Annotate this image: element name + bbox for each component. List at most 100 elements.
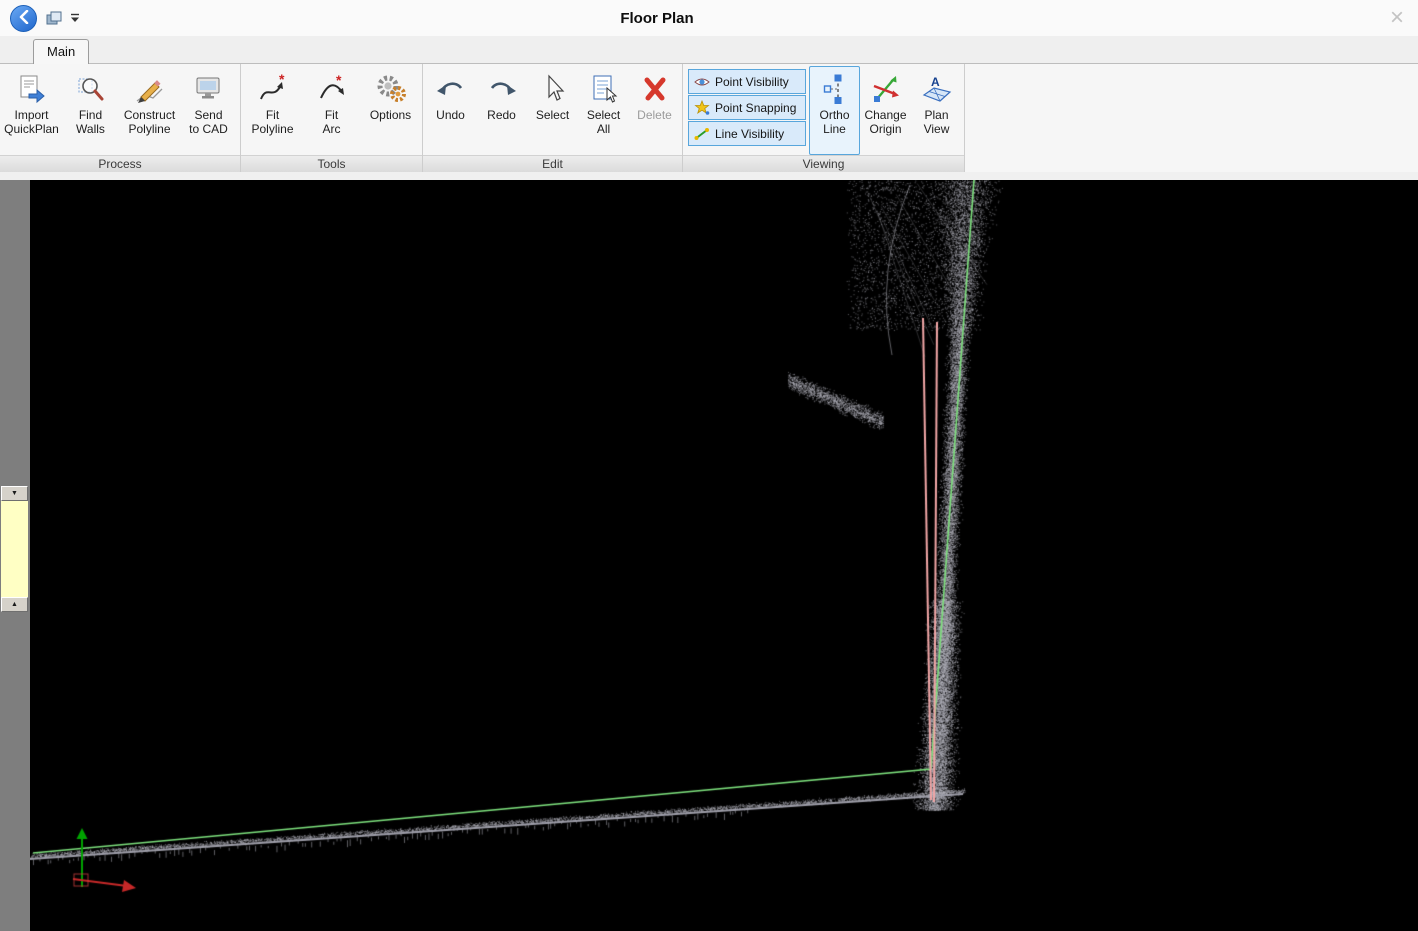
construct-polyline-icon xyxy=(135,70,165,108)
group-label-viewing: Viewing xyxy=(683,155,964,172)
fit-polyline-button[interactable]: * FitPolyline xyxy=(243,66,302,155)
svg-text:*: * xyxy=(279,74,285,87)
undo-icon xyxy=(436,70,466,108)
close-button[interactable]: × xyxy=(1386,6,1408,30)
button-label-line1: Delete xyxy=(637,108,672,122)
plan-view-icon: A xyxy=(922,70,952,108)
scroll-up-button[interactable]: ▲ xyxy=(1,597,28,612)
svg-text:A: A xyxy=(931,75,940,89)
ribbon-group-edit: Undo Redo Select xyxy=(423,64,683,172)
back-button[interactable] xyxy=(10,5,37,32)
tab-main[interactable]: Main xyxy=(33,39,89,64)
ribbon-group-viewing: Point Visibility Point Snapping xyxy=(683,64,965,172)
group-label-process: Process xyxy=(0,155,240,172)
ribbon-filler xyxy=(965,64,1418,172)
button-label: OrthoLine xyxy=(819,108,849,136)
plan-view-button[interactable]: A PlanView xyxy=(911,66,962,155)
send-to-cad-icon xyxy=(194,70,224,108)
select-all-button[interactable]: SelectAll xyxy=(578,66,629,155)
ribbon-tab-row: Main xyxy=(0,36,1418,64)
ribbon-group-process: ImportQuickPlan FindWalls xyxy=(0,64,241,172)
button-label: ConstructPolyline xyxy=(124,108,175,136)
line-visibility-toggle[interactable]: Line Visibility xyxy=(688,121,806,146)
button-label: SelectAll xyxy=(587,108,620,136)
button-label: Options xyxy=(370,108,411,122)
button-label-line1: Change xyxy=(864,108,906,122)
construct-polyline-button[interactable]: ConstructPolyline xyxy=(120,66,179,155)
button-label-line2: Walls xyxy=(76,122,105,136)
button-label-line2: QuickPlan xyxy=(4,122,59,136)
svg-text:*: * xyxy=(336,74,342,88)
select-button[interactable]: Select xyxy=(527,66,578,155)
button-label-line2: to CAD xyxy=(189,122,228,136)
ortho-line-icon xyxy=(822,70,848,108)
ortho-line-button[interactable]: OrthoLine xyxy=(809,66,860,155)
button-label-line2: Arc xyxy=(323,122,341,136)
title-bar: Floor Plan × xyxy=(0,0,1418,36)
scroll-down-button[interactable]: ▼ xyxy=(1,486,28,501)
import-quickplan-button[interactable]: ImportQuickPlan xyxy=(2,66,61,155)
button-label-line1: Fit xyxy=(266,108,279,122)
window-title: Floor Plan xyxy=(200,10,1114,27)
button-label-line2: All xyxy=(597,122,610,136)
button-label-line1: Select xyxy=(536,108,569,122)
toggle-label: Point Snapping xyxy=(715,101,796,115)
button-label-line1: Redo xyxy=(487,108,516,122)
select-cursor-icon xyxy=(540,70,566,108)
point-visibility-icon xyxy=(694,74,710,90)
change-origin-icon xyxy=(871,70,901,108)
select-all-icon xyxy=(590,70,618,108)
left-panel: ▼ ▲ xyxy=(0,180,30,931)
button-label-line1: Plan xyxy=(924,108,948,122)
button-label: ImportQuickPlan xyxy=(4,108,59,136)
button-label-line1: Ortho xyxy=(819,108,849,122)
button-label-line1: Fit xyxy=(325,108,338,122)
button-label: Sendto CAD xyxy=(189,108,228,136)
button-label: FitPolyline xyxy=(251,108,293,136)
button-label: FitArc xyxy=(323,108,341,136)
button-label: Redo xyxy=(487,108,516,122)
redo-button[interactable]: Redo xyxy=(476,66,527,155)
button-label: Undo xyxy=(436,108,465,122)
options-button[interactable]: Options xyxy=(361,66,420,155)
point-visibility-toggle[interactable]: Point Visibility xyxy=(688,69,806,94)
fit-polyline-icon: * xyxy=(258,70,288,108)
change-origin-button[interactable]: ChangeOrigin xyxy=(860,66,911,155)
button-label-line1: Undo xyxy=(436,108,465,122)
button-label-line1: Find xyxy=(79,108,102,122)
button-label-line1: Send xyxy=(194,108,222,122)
button-label: Select xyxy=(536,108,569,122)
point-snapping-toggle[interactable]: Point Snapping xyxy=(688,95,806,120)
ribbon: ImportQuickPlan FindWalls xyxy=(0,64,1418,172)
undo-button[interactable]: Undo xyxy=(425,66,476,155)
button-label-line2: Origin xyxy=(869,122,901,136)
button-label: FindWalls xyxy=(76,108,105,136)
group-label-tools: Tools xyxy=(241,155,422,172)
options-gears-icon xyxy=(375,70,407,108)
button-label-line2: Line xyxy=(823,122,846,136)
button-label-line2: Polyline xyxy=(128,122,170,136)
delete-x-icon xyxy=(641,70,669,108)
button-label-line1: Options xyxy=(370,108,411,122)
back-arrow-icon xyxy=(18,10,30,27)
delete-button: Delete xyxy=(629,66,680,155)
button-label-line1: Construct xyxy=(124,108,175,122)
button-label-line2: Polyline xyxy=(251,122,293,136)
button-label-line1: Select xyxy=(587,108,620,122)
scroll-slider[interactable] xyxy=(1,501,28,597)
import-quickplan-icon xyxy=(17,70,47,108)
quick-access-chevron-icon[interactable] xyxy=(70,13,80,23)
ribbon-bottom-gap xyxy=(0,172,1418,180)
button-label-line2: View xyxy=(924,122,950,136)
find-walls-button[interactable]: FindWalls xyxy=(61,66,120,155)
button-label: PlanView xyxy=(924,108,950,136)
fit-arc-button[interactable]: * FitArc xyxy=(302,66,361,155)
fit-arc-icon: * xyxy=(317,70,347,108)
toggle-label: Point Visibility xyxy=(715,75,789,89)
ribbon-group-tools: * FitPolyline * FitArc xyxy=(241,64,423,172)
find-walls-icon xyxy=(76,70,106,108)
group-label-edit: Edit xyxy=(423,155,682,172)
floorplan-viewport[interactable] xyxy=(30,180,1418,931)
toggle-label: Line Visibility xyxy=(715,127,784,141)
send-to-cad-button[interactable]: Sendto CAD xyxy=(179,66,238,155)
